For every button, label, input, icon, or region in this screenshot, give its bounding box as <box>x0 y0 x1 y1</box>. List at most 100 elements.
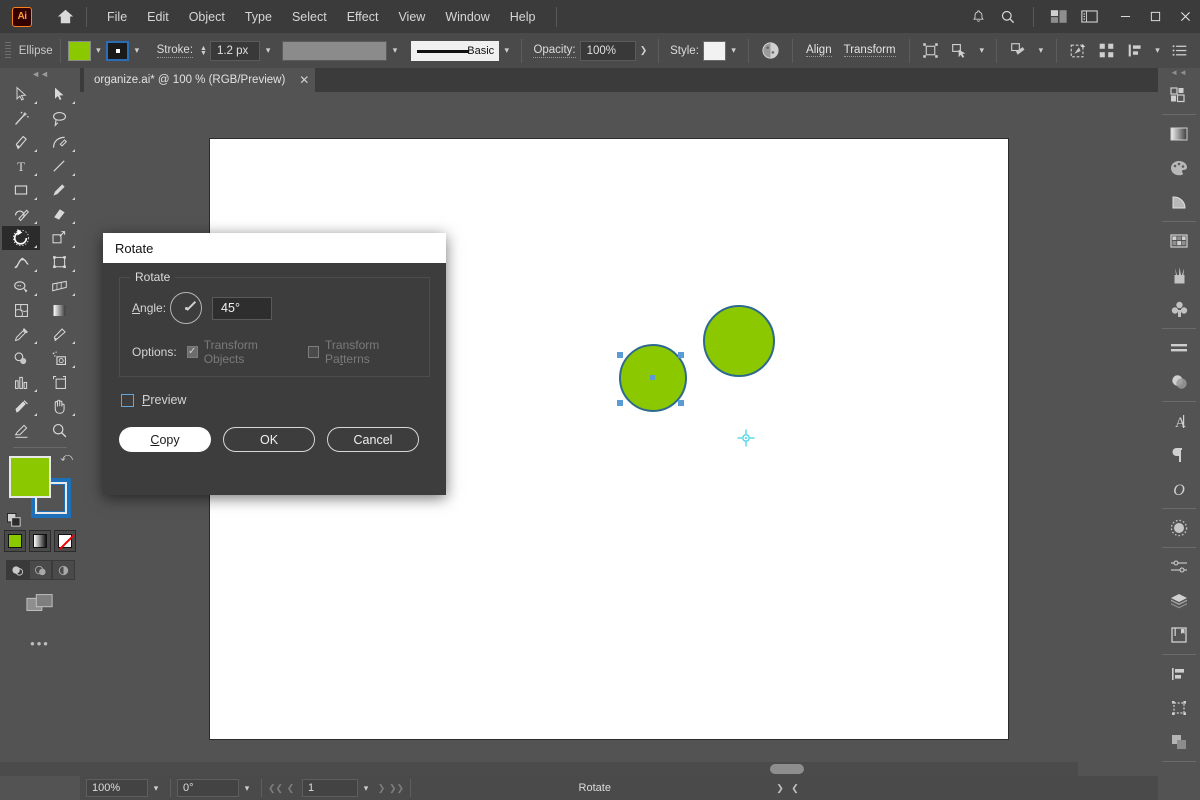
none-mode-button[interactable] <box>54 530 76 552</box>
menu-item-edit[interactable]: Edit <box>137 6 179 28</box>
tool-pen[interactable] <box>2 130 40 154</box>
document-setup-icon[interactable] <box>1063 34 1092 67</box>
status-collapse-button[interactable]: ❮ <box>788 779 803 797</box>
menu-item-object[interactable]: Object <box>179 6 235 28</box>
panel-dock-collapse[interactable]: ◄◄ <box>1158 68 1200 78</box>
tool-type[interactable]: T <box>2 154 40 178</box>
menu-item-window[interactable]: Window <box>435 6 499 28</box>
tool-zoom[interactable] <box>40 418 78 442</box>
fill-color-swatch[interactable] <box>67 40 91 61</box>
recolor-artwork-icon[interactable] <box>756 34 785 67</box>
menu-item-select[interactable]: Select <box>282 6 337 28</box>
fill-chevron-down-icon[interactable]: ▾ <box>91 41 106 61</box>
arrange-order-icon[interactable] <box>1121 34 1150 67</box>
graphic-style-swatch[interactable] <box>702 40 726 61</box>
next-artboard-button[interactable]: ❯ <box>374 779 389 797</box>
tool-free-transform[interactable] <box>40 250 78 274</box>
anchor-point[interactable] <box>617 400 623 406</box>
draw-behind-button[interactable] <box>28 560 52 580</box>
tool-column-graph[interactable] <box>2 370 40 394</box>
horizontal-scroll-thumb[interactable] <box>770 764 804 774</box>
minimize-button[interactable] <box>1110 0 1140 33</box>
tool-shape-builder[interactable] <box>2 274 40 298</box>
opacity-more-icon[interactable]: ❯ <box>636 41 651 61</box>
document-tab[interactable]: organize.ai* @ 100 % (RGB/Preview) ✕ <box>84 68 316 92</box>
copy-button[interactable]: Copy <box>119 427 211 452</box>
menu-item-help[interactable]: Help <box>500 6 546 28</box>
stroke-color-swatch[interactable] <box>106 40 130 61</box>
tool-rotate[interactable] <box>2 226 40 250</box>
circle-selected[interactable] <box>617 344 687 412</box>
brush-definition-select[interactable]: Basic <box>410 40 500 61</box>
tool-eraser[interactable] <box>40 202 78 226</box>
tool-direct-selection[interactable] <box>40 82 78 106</box>
tool-blend[interactable] <box>2 346 40 370</box>
swatches-panel-icon[interactable] <box>1158 224 1200 258</box>
libraries-panel-icon[interactable] <box>1158 725 1200 759</box>
artboard-number-input[interactable]: 1 <box>302 779 358 797</box>
tool-line-segment[interactable] <box>40 154 78 178</box>
character-panel-icon[interactable]: A <box>1158 404 1200 438</box>
opacity-input[interactable]: 100% <box>579 40 636 61</box>
last-artboard-button[interactable]: ❯❯ <box>389 779 404 797</box>
shape-builder-chevron-down-icon[interactable]: ▾ <box>1033 41 1048 61</box>
tool-gradient[interactable] <box>40 298 78 322</box>
menu-item-type[interactable]: Type <box>235 6 282 28</box>
isolate-selected-object-icon[interactable] <box>917 34 946 67</box>
tool-selection[interactable] <box>2 82 40 106</box>
home-icon[interactable] <box>54 6 76 28</box>
tool-perspective-grid[interactable] <box>40 274 78 298</box>
stroke-chevron-down-icon[interactable]: ▾ <box>129 41 144 61</box>
stroke-weight-chevron-down-icon[interactable]: ▾ <box>260 41 275 61</box>
toolbar-fill-swatch[interactable] <box>9 456 51 498</box>
tool-mesh[interactable] <box>2 298 40 322</box>
zoom-level-input[interactable]: 100% <box>86 779 148 797</box>
tool-lasso[interactable] <box>40 106 78 130</box>
menu-item-effect[interactable]: Effect <box>337 6 389 28</box>
tool-scale[interactable] <box>40 226 78 250</box>
stroke-stepper[interactable]: ▲ ▼ <box>200 45 207 57</box>
stroke-weight-input[interactable]: 1.2 px <box>209 40 261 61</box>
bell-icon[interactable] <box>963 0 993 33</box>
tool-artboard[interactable] <box>40 370 78 394</box>
tool-rectangle[interactable] <box>2 178 40 202</box>
gradient-panel-icon[interactable] <box>1158 117 1200 151</box>
transform-button[interactable]: Transform <box>843 44 896 57</box>
artboard-chevron-down-icon[interactable]: ▾ <box>358 778 374 798</box>
properties-panel-icon[interactable] <box>1158 78 1200 112</box>
brushes-panel-icon[interactable] <box>1158 258 1200 292</box>
swap-fill-stroke-icon[interactable]: ⤺ <box>60 450 73 465</box>
tool-shaper[interactable] <box>2 202 40 226</box>
appearance-panel-icon[interactable] <box>1158 511 1200 545</box>
tool-magic-wand[interactable] <box>2 106 40 130</box>
anchor-point[interactable] <box>678 352 684 358</box>
color-guide-panel-icon[interactable] <box>1158 185 1200 219</box>
workspace-switcher-icon[interactable] <box>1074 0 1104 33</box>
tool-width[interactable] <box>2 250 40 274</box>
arrange-chevron-down-icon[interactable]: ▾ <box>1150 41 1165 61</box>
rotate-reference-point[interactable] <box>737 429 755 447</box>
zoom-chevron-down-icon[interactable]: ▾ <box>148 778 164 798</box>
cancel-button[interactable]: Cancel <box>327 427 419 452</box>
angle-input[interactable]: 45° <box>212 296 273 320</box>
circle-unselected[interactable] <box>703 305 775 377</box>
align-panel-icon[interactable] <box>1158 657 1200 691</box>
arrange-documents-icon[interactable] <box>1044 0 1074 33</box>
tool-eyedropper[interactable] <box>2 322 40 346</box>
status-expand-button[interactable]: ❯ <box>773 779 788 797</box>
draw-normal-button[interactable] <box>5 560 29 580</box>
anchor-point[interactable] <box>617 352 623 358</box>
tool-hand[interactable] <box>40 394 78 418</box>
default-fill-stroke-icon[interactable] <box>7 513 22 528</box>
tool-curvature[interactable] <box>40 130 78 154</box>
horizontal-scrollbar[interactable] <box>0 762 1078 776</box>
maximize-button[interactable] <box>1140 0 1170 33</box>
opentype-panel-icon[interactable]: O <box>1158 472 1200 506</box>
color-panel-icon[interactable] <box>1158 151 1200 185</box>
angle-dial[interactable] <box>170 292 203 324</box>
gradient-mode-button[interactable] <box>29 530 51 552</box>
draw-inside-button[interactable] <box>51 560 75 580</box>
brush-chevron-down-icon[interactable]: ▾ <box>499 41 514 61</box>
tool-slice[interactable] <box>2 394 40 418</box>
pathfinder-panel-icon[interactable] <box>1158 691 1200 725</box>
